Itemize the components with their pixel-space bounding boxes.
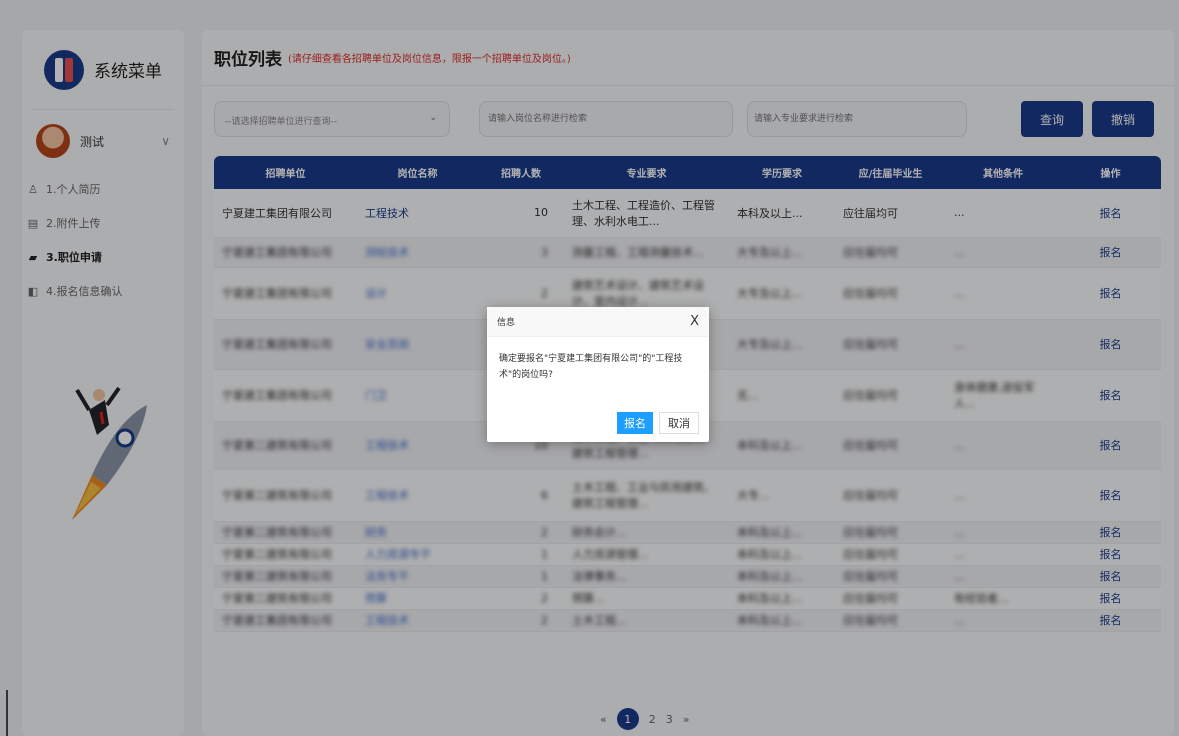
dialog-footer: 报名 取消 [617, 412, 699, 434]
dialog-header: 信息 X [487, 307, 709, 337]
window-edge [6, 690, 8, 736]
dialog-title: 信息 [497, 318, 516, 328]
confirm-apply-button[interactable]: 报名 [617, 412, 653, 434]
dialog-message: 确定要报名"宁夏建工集团有限公司"的"工程技术"的岗位吗? [499, 354, 683, 380]
confirm-dialog: 信息 X 确定要报名"宁夏建工集团有限公司"的"工程技术"的岗位吗? 报名 取消 [487, 307, 709, 442]
close-icon[interactable]: X [690, 314, 699, 329]
cancel-button[interactable]: 取消 [659, 412, 699, 434]
